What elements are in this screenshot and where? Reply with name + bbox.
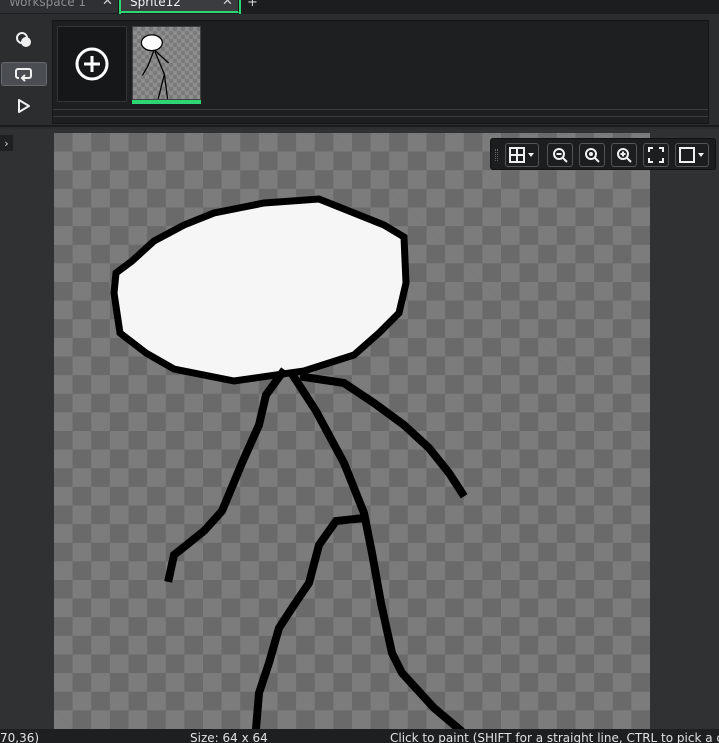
loop-icon (15, 68, 32, 82)
zoom-out-button[interactable] (547, 143, 573, 167)
frame-preview (140, 34, 169, 100)
cursor-coordinates: 70,36) (0, 731, 40, 743)
sprite-size: Size: 64 x 64 (190, 731, 268, 743)
grid-icon (509, 147, 534, 163)
zoom-out-icon (553, 148, 568, 163)
close-icon[interactable]: ✕ (102, 0, 113, 9)
zoom-reset-button[interactable] (579, 143, 605, 167)
scroll-track (53, 116, 708, 117)
sprite-canvas[interactable] (54, 133, 650, 729)
tab-bar: Workspace 1 ✕ Sprite12 ✕ + (0, 0, 719, 14)
chevron-right-icon: › (4, 136, 9, 150)
tab-label: Workspace 1 (9, 0, 87, 9)
expand-panel-button[interactable]: › (0, 135, 13, 151)
onion-skin-icon (16, 32, 31, 47)
grid-toggle-button[interactable] (505, 143, 539, 167)
status-hint: Click to paint (SHIFT for a straight lin… (390, 731, 719, 743)
frame-thumbnail[interactable] (132, 26, 201, 100)
onion-skin-button[interactable] (1, 28, 47, 52)
play-button[interactable] (1, 94, 47, 118)
zoom-toolbar (490, 138, 716, 170)
sprite-drawing (110, 195, 468, 729)
plus-circle-icon (75, 47, 109, 81)
selected-frame-indicator (132, 100, 201, 104)
toolbar-grip[interactable] (495, 149, 498, 161)
background-toggle-button[interactable] (675, 143, 709, 167)
add-tab-button[interactable]: + (247, 0, 258, 10)
frame-tools (0, 14, 50, 127)
canvas-area: › (0, 129, 719, 729)
tab-sprite[interactable]: Sprite12 ✕ (121, 0, 239, 13)
fullscreen-icon (648, 147, 664, 163)
head-shape (110, 195, 410, 385)
frames-panel (52, 20, 709, 124)
frames-area (0, 14, 719, 127)
zoom-in-icon (617, 148, 632, 163)
fit-to-window-button[interactable] (643, 143, 669, 167)
zoom-reset-icon (585, 148, 600, 163)
play-icon (18, 99, 30, 113)
tab-workspace[interactable]: Workspace 1 ✕ (0, 0, 119, 13)
zoom-in-button[interactable] (611, 143, 637, 167)
tab-divider (239, 0, 241, 14)
square-icon (679, 147, 704, 163)
add-frame-button[interactable] (57, 26, 127, 102)
scroll-track (53, 109, 708, 110)
status-bar: 70,36) Size: 64 x 64 Click to paint (SHI… (0, 729, 719, 743)
close-icon[interactable]: ✕ (222, 0, 233, 9)
tab-label: Sprite12 (130, 0, 181, 9)
stick-figure-body (164, 367, 468, 729)
loop-button[interactable] (1, 62, 47, 86)
